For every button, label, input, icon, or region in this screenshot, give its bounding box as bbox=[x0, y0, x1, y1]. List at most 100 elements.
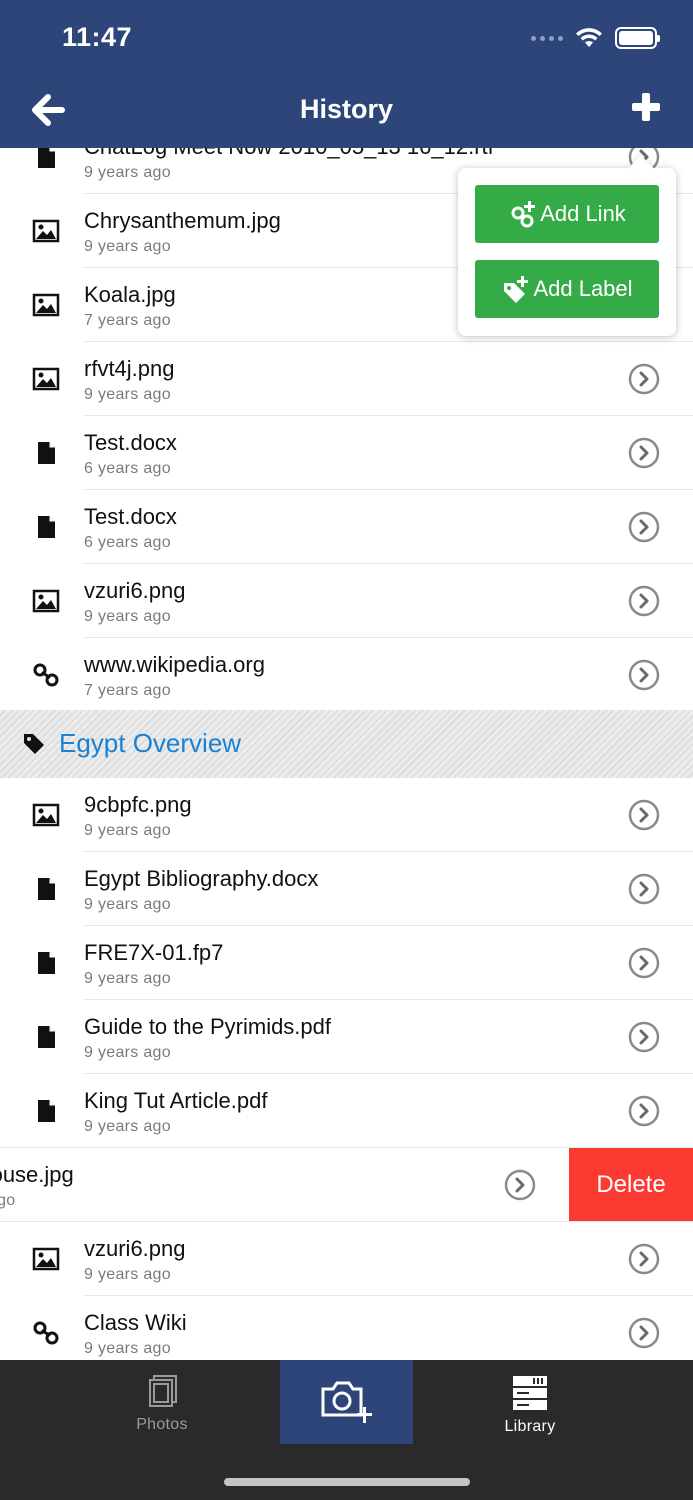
cellular-signal-icon bbox=[531, 35, 563, 41]
battery-icon bbox=[615, 27, 660, 49]
list-item-swiped[interactable]: nthouse.jpg ars ago Delete bbox=[0, 1148, 693, 1222]
image-icon bbox=[32, 803, 60, 827]
document-icon bbox=[38, 442, 55, 464]
item-age: 9 years ago bbox=[84, 1118, 171, 1135]
item-name: FRE7X-01.fp7 bbox=[84, 940, 224, 965]
status-icons bbox=[531, 26, 660, 50]
list-item[interactable]: Egypt Bibliography.docx 9 years ago bbox=[0, 852, 693, 926]
chevron-right-icon[interactable] bbox=[628, 1095, 660, 1127]
item-age: 7 years ago bbox=[84, 312, 171, 329]
nav-header: 11:47 History bbox=[0, 0, 693, 148]
tab-library-label: Library bbox=[504, 1418, 556, 1435]
list-item[interactable]: Test.docx 6 years ago bbox=[0, 416, 693, 490]
tab-library[interactable]: Library bbox=[480, 1360, 580, 1444]
item-name: King Tut Article.pdf bbox=[84, 1088, 268, 1113]
image-icon bbox=[32, 219, 60, 243]
chevron-right-icon[interactable] bbox=[628, 873, 660, 905]
image-icon bbox=[32, 293, 60, 317]
image-icon bbox=[32, 589, 60, 613]
delete-button[interactable]: Delete bbox=[569, 1148, 693, 1222]
tag-icon bbox=[24, 734, 44, 754]
list-item[interactable]: vzuri6.png 9 years ago bbox=[0, 1222, 693, 1296]
group-header[interactable]: Egypt Overview bbox=[0, 710, 693, 778]
document-icon bbox=[38, 516, 55, 538]
item-name: Class Wiki bbox=[84, 1310, 187, 1335]
document-icon bbox=[38, 148, 55, 168]
document-icon bbox=[38, 952, 55, 974]
library-icon bbox=[513, 1376, 547, 1410]
item-name: nthouse.jpg bbox=[0, 1162, 74, 1187]
list-item[interactable]: Guide to the Pyrimids.pdf 9 years ago bbox=[0, 1000, 693, 1074]
item-name: vzuri6.png bbox=[84, 1236, 186, 1261]
chevron-right-icon[interactable] bbox=[628, 585, 660, 617]
item-age: 9 years ago bbox=[84, 1266, 171, 1283]
tab-photos-label: Photos bbox=[136, 1416, 188, 1433]
add-popover: Add Link Add Label bbox=[458, 168, 676, 336]
group-name: Egypt Overview bbox=[59, 728, 242, 758]
item-name: 9cbpfc.png bbox=[84, 792, 192, 817]
add-link-icon bbox=[511, 201, 536, 228]
item-name: Test.docx bbox=[84, 430, 177, 455]
item-name: www.wikipedia.org bbox=[84, 652, 265, 677]
item-age: 9 years ago bbox=[84, 896, 171, 913]
chevron-right-icon[interactable] bbox=[628, 659, 660, 691]
item-age: 9 years ago bbox=[84, 164, 171, 181]
item-name: Test.docx bbox=[84, 504, 177, 529]
chevron-right-icon[interactable] bbox=[504, 1169, 536, 1201]
camera-add-icon bbox=[321, 1381, 372, 1423]
item-name: Guide to the Pyrimids.pdf bbox=[84, 1014, 332, 1039]
chevron-right-icon[interactable] bbox=[628, 1021, 660, 1053]
link-icon bbox=[33, 1321, 59, 1345]
add-label-label: Add Label bbox=[533, 276, 633, 301]
add-link-label: Add Link bbox=[540, 201, 626, 226]
document-icon bbox=[38, 1026, 55, 1048]
page-title: History bbox=[299, 94, 394, 124]
item-name: ChatLog Meet Now 2010_05_13 16_12.rtf bbox=[84, 148, 494, 160]
chevron-right-icon[interactable] bbox=[628, 511, 660, 543]
photos-icon bbox=[149, 1375, 177, 1407]
item-age: ars ago bbox=[0, 1192, 16, 1209]
tab-photos[interactable]: Photos bbox=[112, 1360, 212, 1444]
add-link-button[interactable]: Add Link bbox=[475, 185, 659, 243]
item-name: Egypt Bibliography.docx bbox=[84, 866, 319, 891]
chevron-right-icon[interactable] bbox=[628, 437, 660, 469]
tab-camera[interactable] bbox=[280, 1360, 413, 1444]
image-icon bbox=[32, 367, 60, 391]
item-age: 9 years ago bbox=[84, 1340, 171, 1357]
item-age: 7 years ago bbox=[84, 682, 171, 699]
wifi-icon bbox=[576, 28, 602, 47]
home-indicator bbox=[224, 1478, 470, 1486]
item-name: rfvt4j.png bbox=[84, 356, 175, 381]
item-age: 9 years ago bbox=[84, 822, 171, 839]
document-icon bbox=[38, 1100, 55, 1122]
item-age: 9 years ago bbox=[84, 970, 171, 987]
item-age: 6 years ago bbox=[84, 460, 171, 477]
item-age: 9 years ago bbox=[84, 386, 171, 403]
item-age: 9 years ago bbox=[84, 608, 171, 625]
list-item[interactable]: Test.docx 6 years ago bbox=[0, 490, 693, 564]
status-time: 11:47 bbox=[62, 22, 133, 52]
item-age: 9 years ago bbox=[84, 238, 171, 255]
add-tag-icon bbox=[504, 276, 529, 303]
chevron-right-icon[interactable] bbox=[628, 1243, 660, 1275]
list-item[interactable]: FRE7X-01.fp7 9 years ago bbox=[0, 926, 693, 1000]
image-icon bbox=[32, 1247, 60, 1271]
add-label-button[interactable]: Add Label bbox=[475, 260, 659, 318]
chevron-right-icon[interactable] bbox=[628, 947, 660, 979]
list-item[interactable]: vzuri6.png 9 years ago bbox=[0, 564, 693, 638]
list-item[interactable]: 9cbpfc.png 9 years ago bbox=[0, 778, 693, 852]
item-age: 9 years ago bbox=[84, 1044, 171, 1061]
list-item[interactable]: King Tut Article.pdf 9 years ago bbox=[0, 1074, 693, 1148]
item-name: Koala.jpg bbox=[84, 282, 176, 307]
item-age: 6 years ago bbox=[84, 534, 171, 551]
chevron-right-icon[interactable] bbox=[628, 1317, 660, 1349]
item-name: Chrysanthemum.jpg bbox=[84, 208, 281, 233]
list-item[interactable]: rfvt4j.png 9 years ago bbox=[0, 342, 693, 416]
item-name: vzuri6.png bbox=[84, 578, 186, 603]
chevron-right-icon[interactable] bbox=[628, 799, 660, 831]
plus-icon[interactable] bbox=[631, 92, 661, 122]
list-item[interactable]: www.wikipedia.org 7 years ago bbox=[0, 638, 693, 712]
chevron-right-icon[interactable] bbox=[628, 363, 660, 395]
list-item[interactable]: Class Wiki 9 years ago bbox=[0, 1296, 693, 1360]
link-icon bbox=[33, 663, 59, 687]
